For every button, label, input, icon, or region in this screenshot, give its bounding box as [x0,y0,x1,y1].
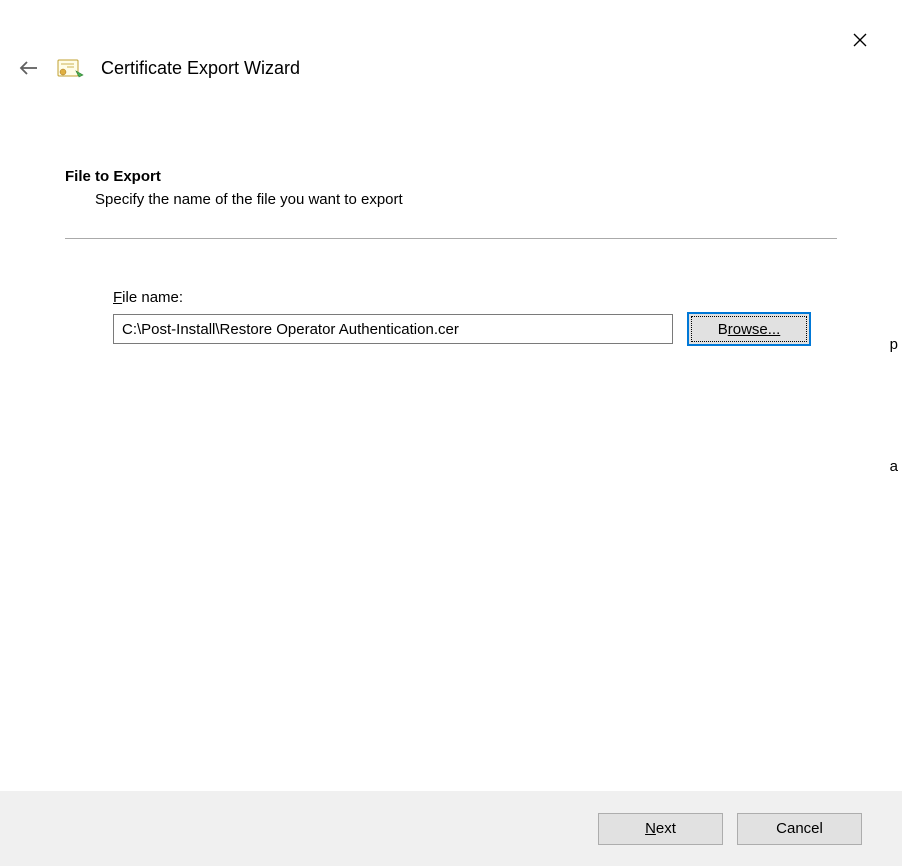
footer: Next Cancel [0,791,902,866]
back-button[interactable] [17,56,41,80]
browse-button[interactable]: Browse... [687,312,811,346]
divider [65,238,837,239]
close-button[interactable] [848,28,872,52]
stray-text: p [890,336,898,353]
close-icon [853,33,867,47]
arrow-left-icon [19,60,39,76]
file-name-input[interactable] [113,314,673,344]
stray-text: a [890,458,898,475]
next-button[interactable]: Next [598,813,723,845]
cancel-button[interactable]: Cancel [737,813,862,845]
section-description: Specify the name of the file you want to… [95,191,837,208]
wizard-title: Certificate Export Wizard [101,58,300,79]
file-name-label: File name: [113,289,837,306]
certificate-icon [57,57,85,79]
section-heading: File to Export [65,168,837,185]
